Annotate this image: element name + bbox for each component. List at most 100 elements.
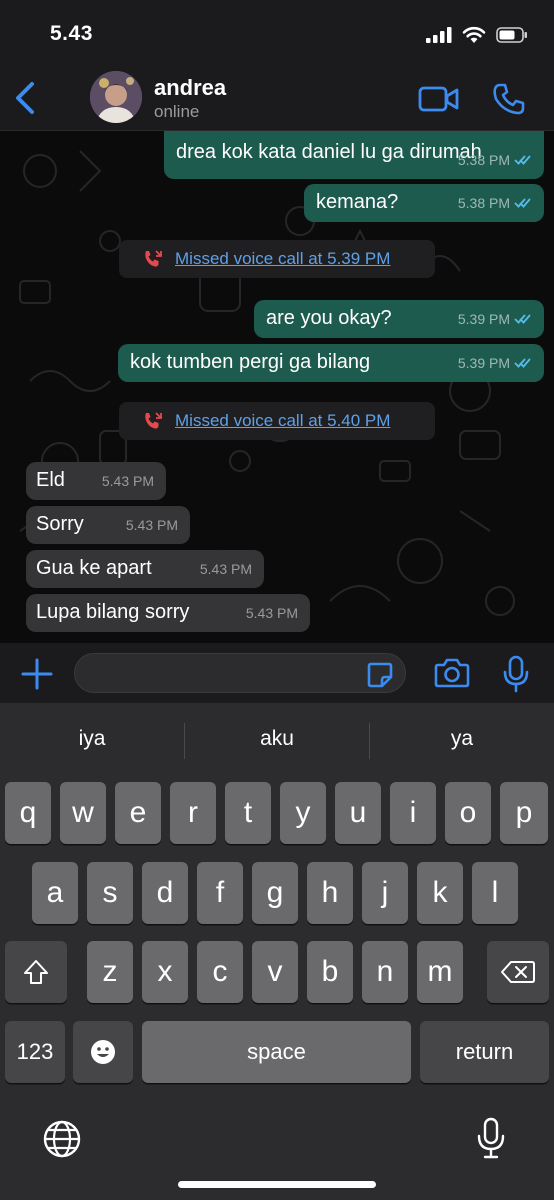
key-r[interactable]: r bbox=[170, 782, 216, 844]
message-time: 5.39 PM bbox=[457, 311, 510, 327]
key-j[interactable]: j bbox=[362, 862, 408, 924]
message-text: Gua ke apart bbox=[36, 557, 152, 579]
avatar-photo bbox=[90, 71, 142, 123]
message-meta: 5.43 PM bbox=[200, 556, 252, 582]
camera-icon bbox=[434, 658, 470, 688]
backspace-key[interactable] bbox=[487, 941, 549, 1003]
message-text: Lupa bilang sorry bbox=[36, 601, 190, 623]
key-f[interactable]: f bbox=[197, 862, 243, 924]
key-h[interactable]: h bbox=[307, 862, 353, 924]
message-bubble-incoming[interactable]: Sorry 5.43 PM bbox=[26, 506, 190, 544]
key-m[interactable]: m bbox=[417, 941, 463, 1003]
message-input[interactable] bbox=[74, 653, 406, 693]
message-text: are you okay? bbox=[266, 307, 392, 329]
message-text: Sorry bbox=[36, 513, 84, 535]
chevron-left-icon bbox=[16, 82, 34, 114]
message-bubble-outgoing[interactable]: drea kok kata daniel lu ga dirumah 5.38 … bbox=[164, 131, 544, 179]
message-time: 5.38 PM bbox=[457, 195, 510, 211]
shift-key[interactable] bbox=[5, 941, 67, 1003]
message-bubble-outgoing[interactable]: kok tumben pergi ga bilang 5.39 PM bbox=[118, 344, 544, 382]
contact-status: online bbox=[154, 102, 200, 121]
read-ticks-icon bbox=[514, 314, 531, 324]
key-n[interactable]: n bbox=[362, 941, 408, 1003]
message-meta: 5.43 PM bbox=[246, 600, 298, 626]
wifi-icon bbox=[462, 26, 486, 43]
message-meta: 5.43 PM bbox=[126, 512, 178, 538]
status-icons bbox=[426, 26, 528, 44]
missed-call-text[interactable]: Missed voice call at 5.40 PM bbox=[175, 411, 390, 431]
key-x[interactable]: x bbox=[142, 941, 188, 1003]
key-s[interactable]: s bbox=[87, 862, 133, 924]
camera-button[interactable] bbox=[434, 657, 470, 689]
suggestion-item[interactable]: iya bbox=[0, 727, 184, 751]
missed-call-icon bbox=[145, 412, 162, 429]
voice-message-button[interactable] bbox=[502, 655, 530, 693]
message-time: 5.38 PM bbox=[457, 152, 510, 168]
sticker-icon bbox=[367, 662, 393, 688]
space-key[interactable]: space bbox=[142, 1021, 411, 1083]
message-text: kemana? bbox=[316, 191, 399, 213]
video-call-button[interactable] bbox=[418, 84, 460, 114]
shift-icon bbox=[24, 960, 48, 984]
voice-call-button[interactable] bbox=[492, 82, 526, 116]
home-indicator[interactable] bbox=[178, 1181, 376, 1188]
suggestion-item[interactable]: aku bbox=[185, 727, 369, 751]
contact-name[interactable]: andrea bbox=[154, 75, 226, 101]
key-z[interactable]: z bbox=[87, 941, 133, 1003]
battery-icon bbox=[496, 27, 527, 43]
message-bubble-outgoing[interactable]: kemana? 5.38 PM bbox=[304, 184, 544, 222]
key-o[interactable]: o bbox=[445, 782, 491, 844]
message-bubble-incoming[interactable]: Eld 5.43 PM bbox=[26, 462, 166, 500]
emoji-key[interactable] bbox=[73, 1021, 133, 1083]
message-meta: 5.39 PM bbox=[458, 350, 532, 376]
key-c[interactable]: c bbox=[197, 941, 243, 1003]
message-meta: 5.38 PM bbox=[458, 190, 532, 216]
globe-button[interactable] bbox=[42, 1119, 82, 1159]
message-time: 5.43 PM bbox=[199, 561, 252, 577]
key-a[interactable]: a bbox=[32, 862, 78, 924]
avatar[interactable] bbox=[90, 71, 142, 123]
attach-button[interactable] bbox=[20, 657, 54, 691]
key-d[interactable]: d bbox=[142, 862, 188, 924]
key-u[interactable]: u bbox=[335, 782, 381, 844]
numbers-key[interactable]: 123 bbox=[5, 1021, 65, 1083]
dictation-button[interactable] bbox=[476, 1117, 506, 1161]
signal-icon bbox=[426, 27, 452, 43]
microphone-icon bbox=[477, 1117, 505, 1159]
read-ticks-icon bbox=[514, 198, 531, 208]
suggestion-bar: iya aku ya bbox=[0, 703, 554, 779]
key-q[interactable]: q bbox=[5, 782, 51, 844]
suggestion-item[interactable]: ya bbox=[370, 727, 554, 751]
key-l[interactable]: l bbox=[472, 862, 518, 924]
phone-icon bbox=[493, 83, 525, 115]
chat-area[interactable]: drea kok kata daniel lu ga dirumah 5.38 … bbox=[0, 131, 554, 643]
message-time: 5.43 PM bbox=[101, 473, 154, 489]
key-t[interactable]: t bbox=[225, 782, 271, 844]
missed-call-notice[interactable]: Missed voice call at 5.40 PM bbox=[119, 402, 435, 440]
key-b[interactable]: b bbox=[307, 941, 353, 1003]
message-bubble-outgoing[interactable]: are you okay? 5.39 PM bbox=[254, 300, 544, 338]
message-bubble-incoming[interactable]: Lupa bilang sorry 5.43 PM bbox=[26, 594, 310, 632]
message-time: 5.43 PM bbox=[125, 517, 178, 533]
key-g[interactable]: g bbox=[252, 862, 298, 924]
key-i[interactable]: i bbox=[390, 782, 436, 844]
microphone-icon bbox=[503, 655, 529, 693]
message-bubble-incoming[interactable]: Gua ke apart 5.43 PM bbox=[26, 550, 264, 588]
missed-call-notice[interactable]: Missed voice call at 5.39 PM bbox=[119, 240, 435, 278]
key-y[interactable]: y bbox=[280, 782, 326, 844]
key-p[interactable]: p bbox=[500, 782, 548, 844]
key-v[interactable]: v bbox=[252, 941, 298, 1003]
message-text: Eld bbox=[36, 469, 65, 491]
key-k[interactable]: k bbox=[417, 862, 463, 924]
read-ticks-icon bbox=[514, 155, 531, 165]
sticker-button[interactable] bbox=[366, 661, 394, 689]
missed-call-text[interactable]: Missed voice call at 5.39 PM bbox=[175, 249, 390, 269]
plus-icon bbox=[21, 658, 53, 690]
message-meta: 5.43 PM bbox=[102, 468, 154, 494]
read-ticks-icon bbox=[514, 358, 531, 368]
key-e[interactable]: e bbox=[115, 782, 161, 844]
missed-call-icon bbox=[145, 250, 162, 267]
return-key[interactable]: return bbox=[420, 1021, 549, 1083]
back-button[interactable] bbox=[10, 78, 40, 118]
key-w[interactable]: w bbox=[60, 782, 106, 844]
